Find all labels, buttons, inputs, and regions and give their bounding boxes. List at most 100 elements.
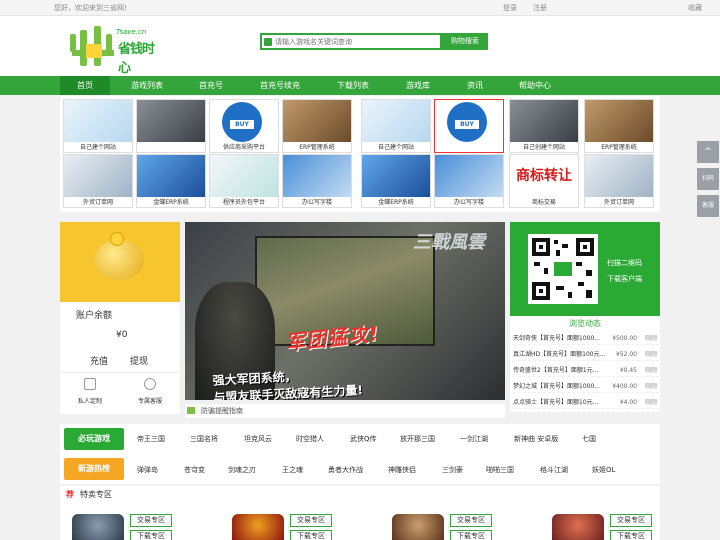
download-zone-button[interactable]: 下载专区: [130, 530, 172, 540]
tile-kingdee[interactable]: 金蝶ERP系统: [136, 154, 206, 208]
service-icon: [144, 378, 156, 390]
tile-trademark[interactable]: 商标转让 商标交易: [509, 154, 579, 208]
header: Tsave.cn 省钱时心 购物搜索: [0, 16, 720, 76]
tile-office-2[interactable]: 办公写字楼: [434, 154, 504, 208]
nav-help-center[interactable]: 帮助中心: [508, 76, 562, 95]
service-tiles: 自己建个网站 BUY 供应商采购平台 ERP管理系统 自己建个网站 BUY 自己创…: [60, 96, 660, 212]
nav-home[interactable]: 首页: [60, 76, 110, 95]
qr-download-link[interactable]: 下载客户端: [607, 274, 642, 284]
cat-tag-hot-new[interactable]: 新游热榜: [64, 458, 124, 480]
back-to-top-button[interactable]: ^: [697, 141, 719, 163]
cat-item[interactable]: 王之魂: [282, 465, 303, 475]
cat-item[interactable]: 格斗江湖: [540, 465, 568, 475]
user-banner: [60, 222, 180, 302]
download-zone-button[interactable]: 下载专区: [610, 530, 652, 540]
cat-item[interactable]: 帝王三国: [137, 434, 165, 444]
nav-download-list[interactable]: 下载列表: [328, 76, 378, 95]
tile-laptop[interactable]: [136, 99, 206, 153]
nav-news[interactable]: 资讯: [458, 76, 492, 95]
cat-item[interactable]: 放开那三国: [400, 434, 435, 444]
download-zone-button[interactable]: 下载专区: [450, 530, 492, 540]
cat-item[interactable]: 一剑江湖: [460, 434, 488, 444]
cat-tag-must-play[interactable]: 必玩游戏: [64, 428, 124, 450]
qr-panel: 扫描二维码 下载客户端: [510, 222, 660, 316]
float-qr-button[interactable]: 扫码: [697, 168, 719, 190]
tile-website[interactable]: 自己建个网站: [63, 99, 133, 153]
game-card-image[interactable]: [392, 514, 444, 540]
game-banner[interactable]: 三戰風雲 军团猛攻! 强大军团系统， 与盟友联手灭敌寇有生力量!: [185, 222, 505, 400]
site-logo[interactable]: Tsave.cn 省钱时心: [68, 24, 158, 76]
favorite-link[interactable]: 收藏: [688, 3, 702, 13]
cat-item[interactable]: 妖姬OL: [592, 465, 615, 475]
tile-trade-orders[interactable]: 外贸订单网: [63, 154, 133, 208]
cat-item[interactable]: 啪啪三国: [486, 465, 514, 475]
tile-outsourcing[interactable]: 程序员外包平台: [209, 154, 279, 208]
tile-website-2[interactable]: 自己建个网站: [361, 99, 431, 153]
game-card-image[interactable]: [72, 514, 124, 540]
cat-item[interactable]: 神雕侠侣: [388, 465, 416, 475]
user-panel: 账户余额 ¥0 充值 提现 私人定制 专属客服: [60, 222, 180, 414]
tile-erp[interactable]: ERP管理系统: [282, 99, 352, 153]
cat-item[interactable]: 弹弹岛: [137, 465, 158, 475]
piggy-bank-icon: [94, 240, 144, 280]
dynamics-row[interactable]: 梦幻之城【首充号】面额1000... ¥400.00 刚刚: [513, 380, 659, 393]
balance-label: 账户余额: [76, 311, 113, 321]
search-icon: [264, 38, 272, 46]
welcome-text: 您好，欢迎来到三省网!: [54, 4, 127, 12]
download-zone-button[interactable]: 下载专区: [290, 530, 332, 540]
service-link[interactable]: 专属客服: [138, 396, 162, 405]
trade-zone-button[interactable]: 交易专区: [610, 514, 652, 527]
trade-zone-button[interactable]: 交易专区: [450, 514, 492, 527]
withdraw-button[interactable]: 提现: [130, 354, 148, 367]
game-card-image[interactable]: [232, 514, 284, 540]
logo-text: 省钱时心: [118, 42, 155, 76]
trade-zone-button[interactable]: 交易专区: [290, 514, 332, 527]
cat-item[interactable]: 剑魂之刃: [228, 465, 256, 475]
buy-label: BUY: [230, 120, 254, 129]
tile-supplier[interactable]: BUY 供应商采购平台: [209, 99, 279, 153]
banner-logo: 三戰風雲: [413, 232, 485, 253]
search-box: [260, 33, 442, 50]
cat-item[interactable]: 武侠Q传: [350, 434, 377, 444]
cat-item[interactable]: 时空猎人: [296, 434, 324, 444]
dynamics-row[interactable]: 点点骑士【首充号】面额10元... ¥4.00 刚刚: [513, 396, 659, 409]
qr-code: [528, 234, 598, 304]
cat-item[interactable]: 新神曲 安卓版: [514, 434, 558, 444]
tile-erp-2[interactable]: ERP管理系统: [584, 99, 654, 153]
game-card-image[interactable]: [552, 514, 604, 540]
dynamics-title: 浏览动态: [569, 319, 601, 328]
login-link[interactable]: 登录: [503, 3, 517, 13]
nav-first-charge[interactable]: 首充号: [188, 76, 234, 95]
search-button[interactable]: 购物搜索: [442, 33, 488, 50]
dynamics-row[interactable]: 传奇盛世2【首充号】面额1元... ¥0.45 刚刚: [513, 364, 659, 377]
register-link[interactable]: 注册: [533, 3, 547, 13]
cat-item[interactable]: 坦克风云: [244, 434, 272, 444]
cat-item[interactable]: 苍穹变: [184, 465, 205, 475]
search-input[interactable]: [275, 35, 440, 48]
recharge-button[interactable]: 充值: [90, 354, 108, 367]
dynamics-row[interactable]: 天剑奇侠【首充号】面额1000... ¥500.00 刚刚: [513, 332, 659, 345]
tile-trade-orders-2[interactable]: 外贸订单网: [584, 154, 654, 208]
buy-label: BUY: [455, 120, 479, 129]
cat-item[interactable]: 勇者大作战: [328, 465, 363, 475]
qr-scan-text: 扫描二维码: [607, 259, 642, 267]
special-title: 荐特卖专区: [66, 490, 112, 499]
browse-dynamics: 浏览动态 天剑奇侠【首充号】面额1000... ¥500.00 刚刚 真江湖HD【首…: [510, 316, 660, 412]
tile-create-website[interactable]: 自己创建个网站: [509, 99, 579, 153]
cat-item[interactable]: 七国: [582, 434, 596, 444]
tile-office[interactable]: 办公写字楼: [282, 154, 352, 208]
cat-item[interactable]: 三国名将: [190, 434, 218, 444]
balance-value: ¥0: [116, 330, 128, 340]
cat-item[interactable]: 三剑豪: [442, 465, 463, 475]
float-service-button[interactable]: 客服: [697, 195, 719, 217]
nav-game-list[interactable]: 游戏列表: [120, 76, 174, 95]
tile-kingdee-2[interactable]: 金蝶ERP系统: [361, 154, 431, 208]
dynamics-row[interactable]: 真江湖HD【首充号】面额100元... ¥52.00 刚刚: [513, 348, 659, 361]
custom-link[interactable]: 私人定制: [78, 396, 102, 405]
notice-link[interactable]: 防骗提醒指南: [201, 406, 243, 416]
trade-zone-button[interactable]: 交易专区: [130, 514, 172, 527]
nav-first-charge-renew[interactable]: 首充号续充: [250, 76, 310, 95]
nav-game-library[interactable]: 游戏库: [396, 76, 440, 95]
tile-buy[interactable]: BUY: [434, 99, 504, 153]
main-nav: 首页 游戏列表 首充号 首充号续充 下载列表 游戏库 资讯 帮助中心: [0, 76, 720, 95]
